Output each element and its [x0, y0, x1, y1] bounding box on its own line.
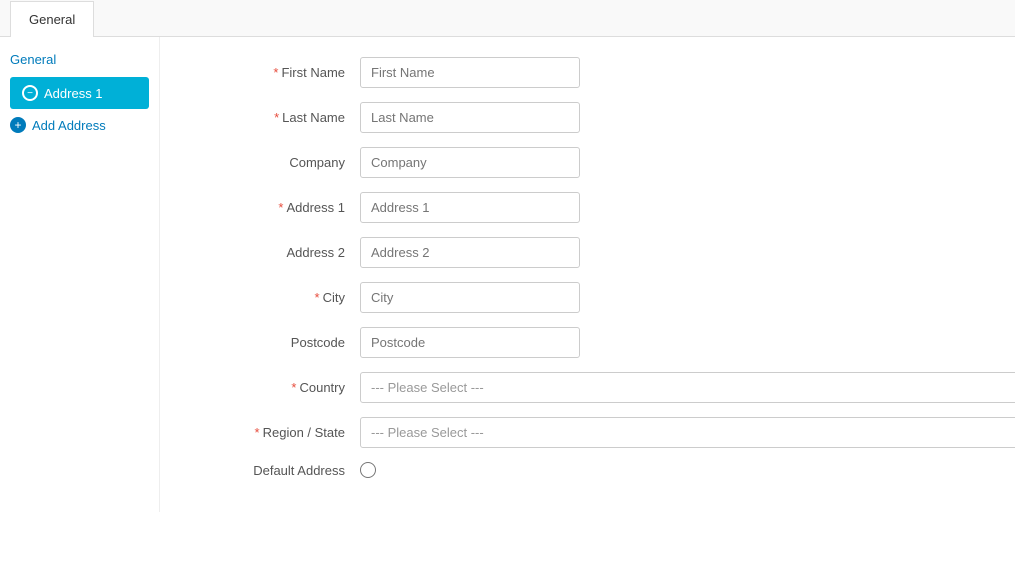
tab-general[interactable]: General [10, 1, 94, 37]
sidebar-add-address-button[interactable]: + Add Address [10, 117, 149, 133]
company-input[interactable] [360, 147, 580, 178]
last-name-label: *Last Name [200, 110, 360, 125]
required-star: * [315, 290, 320, 305]
address1-row: *Address 1 [200, 192, 1015, 223]
company-row: Company [200, 147, 1015, 178]
first-name-input[interactable] [360, 57, 580, 88]
address1-label: *Address 1 [200, 200, 360, 215]
city-row: *City [200, 282, 1015, 313]
default-address-label: Default Address [200, 463, 360, 478]
city-label: *City [200, 290, 360, 305]
address1-input[interactable] [360, 192, 580, 223]
tab-bar: General [0, 0, 1015, 37]
first-name-row: *First Name [200, 57, 1015, 88]
region-state-row: *Region / State --- Please Select --- [200, 417, 1015, 448]
required-star: * [278, 200, 283, 215]
address2-input[interactable] [360, 237, 580, 268]
content-area: General − Address 1 + Add Address *First… [0, 37, 1015, 512]
minus-circle-icon: − [22, 85, 38, 101]
required-star: * [255, 425, 260, 440]
region-state-label: *Region / State [200, 425, 360, 440]
sidebar-general-link[interactable]: General [10, 52, 149, 67]
sidebar-address-1-label: Address 1 [44, 86, 103, 101]
first-name-label: *First Name [200, 65, 360, 80]
address2-label: Address 2 [200, 245, 360, 260]
city-input[interactable] [360, 282, 580, 313]
required-star: * [291, 380, 296, 395]
postcode-row: Postcode [200, 327, 1015, 358]
postcode-input[interactable] [360, 327, 580, 358]
country-row: *Country --- Please Select --- [200, 372, 1015, 403]
form-area: *First Name *Last Name Company *Address … [160, 37, 1015, 512]
required-star: * [274, 110, 279, 125]
default-address-row: Default Address [200, 462, 1015, 478]
company-label: Company [200, 155, 360, 170]
country-label: *Country [200, 380, 360, 395]
region-state-select[interactable]: --- Please Select --- [360, 417, 1015, 448]
address2-row: Address 2 [200, 237, 1015, 268]
default-address-radio[interactable] [360, 462, 376, 478]
plus-circle-icon: + [10, 117, 26, 133]
required-star: * [273, 65, 278, 80]
sidebar-address-1-button[interactable]: − Address 1 [10, 77, 149, 109]
sidebar-add-address-label: Add Address [32, 118, 106, 133]
sidebar: General − Address 1 + Add Address [0, 37, 160, 512]
last-name-row: *Last Name [200, 102, 1015, 133]
last-name-input[interactable] [360, 102, 580, 133]
country-select[interactable]: --- Please Select --- [360, 372, 1015, 403]
postcode-label: Postcode [200, 335, 360, 350]
